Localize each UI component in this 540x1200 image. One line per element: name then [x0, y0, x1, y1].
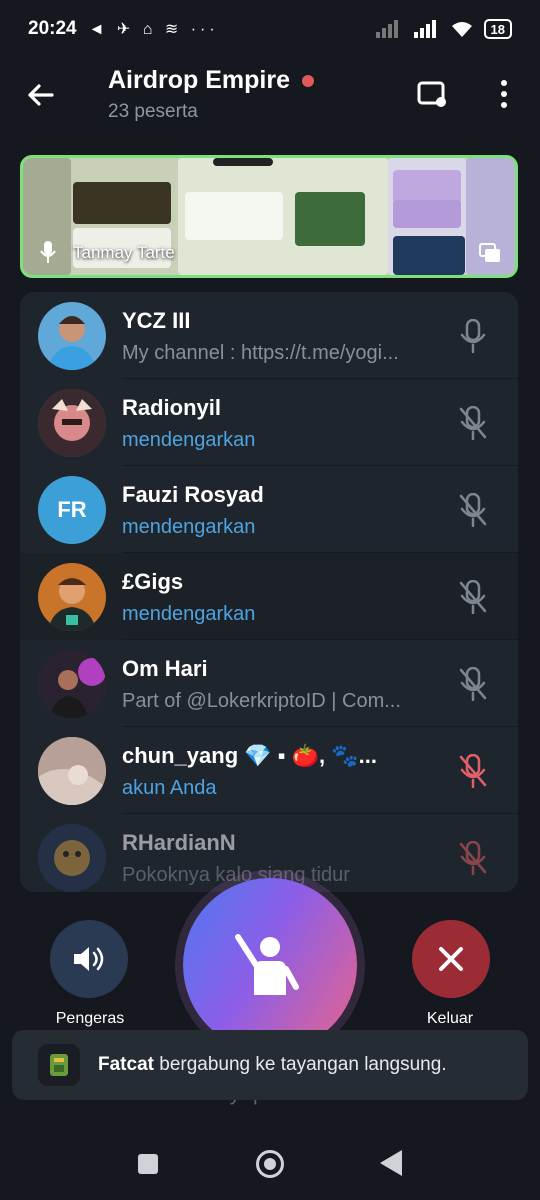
status-time: 20:24 — [28, 18, 77, 39]
fatcat-app-icon — [38, 1044, 80, 1086]
list-item[interactable]: FR Fauzi Rosyad mendengarkan — [20, 466, 518, 553]
avatar — [38, 649, 106, 718]
avatar — [38, 823, 106, 892]
wifi-icon — [451, 22, 472, 37]
mic-muted-icon[interactable] — [458, 579, 488, 614]
mic-muted-icon[interactable] — [458, 666, 488, 701]
notification-icons: ◄ ✈ ⌂ ≋ ··· — [88, 21, 219, 38]
avatar: FR — [38, 475, 106, 544]
signal-icon-2 — [413, 20, 436, 38]
video-content — [73, 182, 171, 224]
list-item[interactable]: YCZ III My channel : https://t.me/yogi..… — [20, 292, 518, 379]
leave-label: Keluar — [426, 1010, 474, 1027]
avatar-initials: FR — [57, 496, 87, 522]
toast-user: Fatcat — [98, 1054, 154, 1075]
page-title: Airdrop Empire — [108, 66, 314, 95]
speaker-label: Pengeras — [55, 1010, 125, 1027]
participant-name: Radionyil — [122, 395, 222, 420]
participant-name: RHardianN — [122, 830, 236, 855]
video-content — [393, 200, 461, 228]
raise-hand-button[interactable] — [183, 878, 357, 1052]
list-item[interactable]: £Gigs mendengarkan — [20, 553, 518, 640]
toast-message: Fatcat bergabung ke tayangan langsung. — [98, 1054, 447, 1076]
system-nav-bar — [0, 1128, 540, 1200]
mic-muted-icon[interactable] — [458, 405, 488, 440]
live-dot-icon — [301, 74, 314, 87]
header: Airdrop Empire 23 peserta — [0, 58, 540, 150]
participant-name: Om Hari — [122, 656, 208, 681]
mic-muted-red-icon[interactable] — [458, 753, 488, 788]
battery-level: 18 — [490, 21, 505, 37]
avatar — [38, 388, 106, 457]
back-arrow-icon[interactable] — [24, 78, 58, 112]
participant-name: chun_yang 💎 ▪ 🍅, 🐾... — [122, 743, 378, 768]
mic-icon — [40, 241, 56, 263]
mic-muted-icon[interactable] — [458, 492, 488, 527]
avatar — [38, 736, 106, 805]
video-tile[interactable]: Tanmay Tarte — [20, 155, 518, 278]
video-content — [213, 158, 273, 166]
video-content — [295, 192, 365, 246]
video-content — [185, 192, 283, 240]
battery-icon: 18 — [483, 19, 512, 39]
participant-status: Part of @LokerkriptoID | Com... — [122, 690, 401, 712]
video-speaker-name: Tanmay Tarte — [73, 243, 175, 262]
speaker-icon — [74, 947, 104, 971]
toast-text: bergabung ke tayangan langsung. — [153, 1054, 447, 1075]
raise-hand-icon — [235, 934, 299, 995]
participant-status: mendengarkan — [122, 603, 256, 625]
chat-title: Airdrop Empire — [108, 66, 290, 94]
more-options-icon[interactable] — [492, 76, 516, 112]
speaker-button[interactable] — [50, 920, 128, 998]
participant-status: akun Anda — [122, 777, 217, 799]
list-item[interactable]: chun_yang 💎 ▪ 🍅, 🐾... akun Anda — [20, 727, 518, 814]
list-item[interactable]: Radionyil mendengarkan — [20, 379, 518, 466]
status-right: 18 — [375, 19, 512, 39]
home-icon[interactable] — [256, 1150, 284, 1178]
recents-icon[interactable] — [138, 1154, 158, 1174]
mic-muted-red-icon[interactable] — [458, 840, 488, 875]
avatar — [38, 301, 106, 370]
close-icon — [439, 947, 463, 971]
participant-name: YCZ III — [122, 308, 191, 333]
leave-button[interactable] — [412, 920, 490, 998]
pip-icon[interactable] — [479, 243, 501, 263]
list-item[interactable]: Om Hari Part of @LokerkriptoID | Com... — [20, 640, 518, 727]
participant-name: £Gigs — [122, 569, 184, 594]
video-content — [393, 236, 465, 275]
participant-list: YCZ III My channel : https://t.me/yogi..… — [20, 292, 518, 892]
participant-status: mendengarkan — [122, 516, 256, 538]
header-title-block[interactable]: Airdrop Empire 23 peserta — [108, 66, 314, 123]
video-content — [393, 170, 461, 204]
signal-icon — [375, 20, 398, 38]
mic-icon[interactable] — [458, 318, 488, 353]
nav-back-icon[interactable] — [380, 1150, 402, 1176]
join-toast[interactable]: Fatcat bergabung ke tayangan langsung. — [12, 1030, 528, 1100]
participant-status: mendengarkan — [122, 429, 256, 451]
participant-status: My channel : https://t.me/yogi... — [122, 342, 399, 364]
participant-count: 23 peserta — [108, 101, 198, 122]
avatar — [38, 562, 106, 631]
screen-share-icon[interactable] — [416, 78, 448, 110]
status-bar: 20:24 ◄ ✈ ⌂ ≋ ··· 18 — [0, 0, 540, 58]
participant-name: Fauzi Rosyad — [122, 482, 264, 507]
